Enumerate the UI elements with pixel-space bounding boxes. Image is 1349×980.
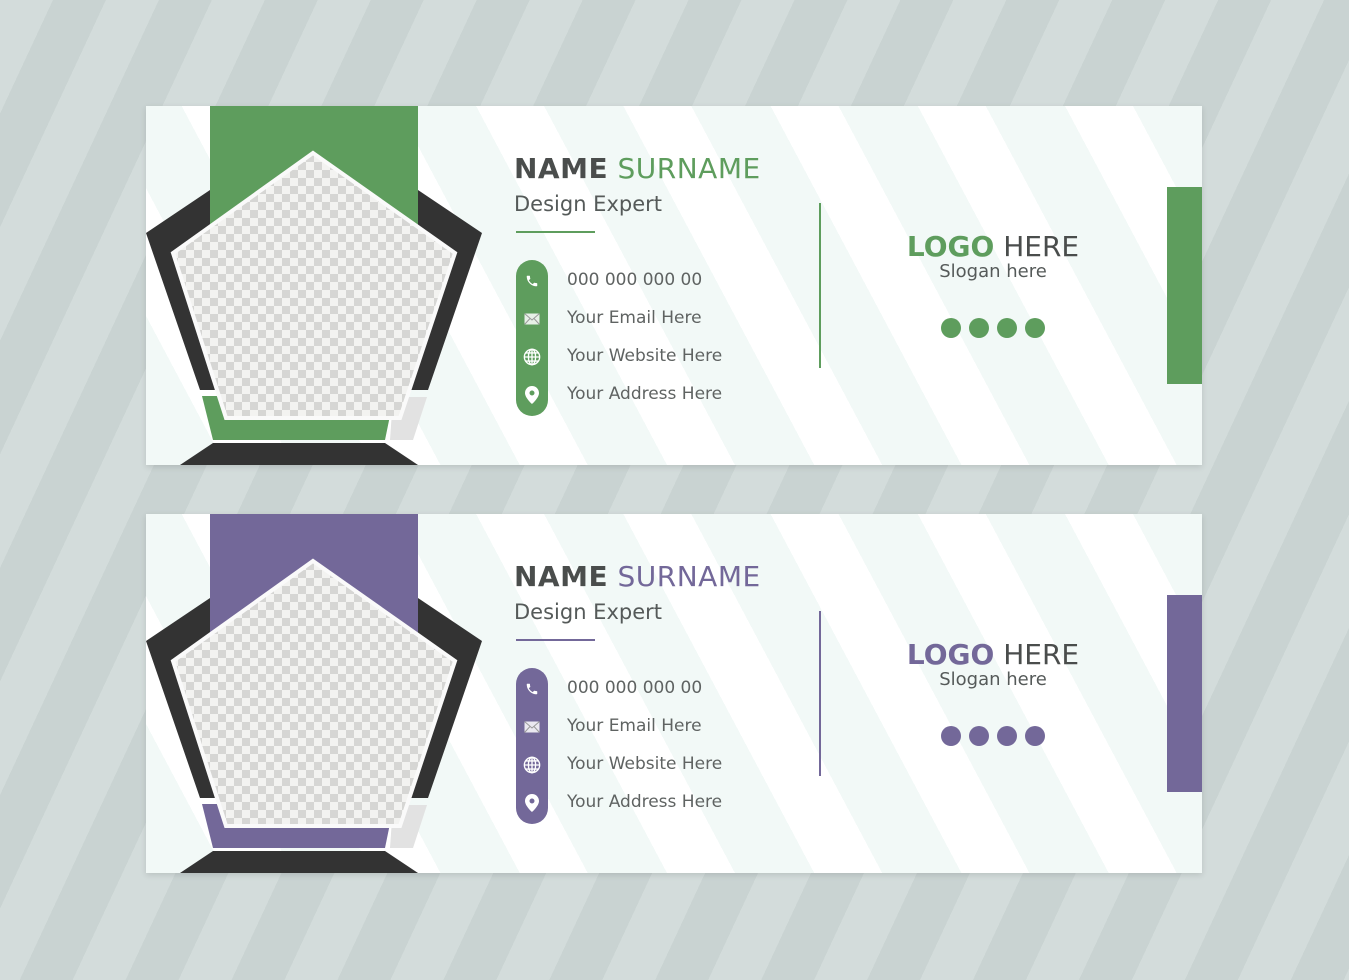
social-dot[interactable] [1025,318,1045,338]
contact-location-pin[interactable]: Your Address Here [567,384,722,404]
logo: LOGO HERE [906,638,1080,671]
social-dot[interactable] [941,318,961,338]
social-dot[interactable] [969,318,989,338]
location-pin-icon [522,385,542,405]
divider [819,203,821,368]
social-dot[interactable] [941,726,961,746]
slogan: Slogan here [939,261,1047,282]
contact-email[interactable]: Your Email Here [567,308,702,328]
job-title: Design Expert [514,600,662,624]
title-underline [516,231,595,233]
globe-icon [522,755,542,775]
phone-icon [522,271,542,291]
photo-frame [146,514,482,873]
contact-email[interactable]: Your Email Here [567,716,702,736]
social-dot[interactable] [969,726,989,746]
contact-location-pin[interactable]: Your Address Here [567,792,722,812]
signature-card: NAME SURNAME Design Expert 000 000 000 0… [146,106,1202,465]
title-underline [516,639,595,641]
contact-globe[interactable]: Your Website Here [567,754,722,774]
social-links [941,726,1045,746]
full-name: NAME SURNAME [514,560,761,593]
signature-card: NAME SURNAME Design Expert 000 000 000 0… [146,514,1202,873]
contact-icon-pill [516,260,548,416]
contact-icon-pill [516,668,548,824]
social-dot[interactable] [997,726,1017,746]
social-links [941,318,1045,338]
social-dot[interactable] [997,318,1017,338]
accent-bar [1167,595,1202,792]
contact-globe[interactable]: Your Website Here [567,346,722,366]
phone-icon [522,679,542,699]
email-icon [522,309,542,329]
frame-dark-bottom [180,851,418,873]
logo: LOGO HERE [906,230,1080,263]
full-name: NAME SURNAME [514,152,761,185]
contact-phone[interactable]: 000 000 000 00 [567,270,702,290]
contact-phone[interactable]: 000 000 000 00 [567,678,702,698]
divider [819,611,821,776]
photo-frame [146,106,482,465]
email-icon [522,717,542,737]
slogan: Slogan here [939,669,1047,690]
location-pin-icon [522,793,542,813]
accent-bar [1167,187,1202,384]
job-title: Design Expert [514,192,662,216]
globe-icon [522,347,542,367]
frame-dark-bottom [180,443,418,465]
social-dot[interactable] [1025,726,1045,746]
